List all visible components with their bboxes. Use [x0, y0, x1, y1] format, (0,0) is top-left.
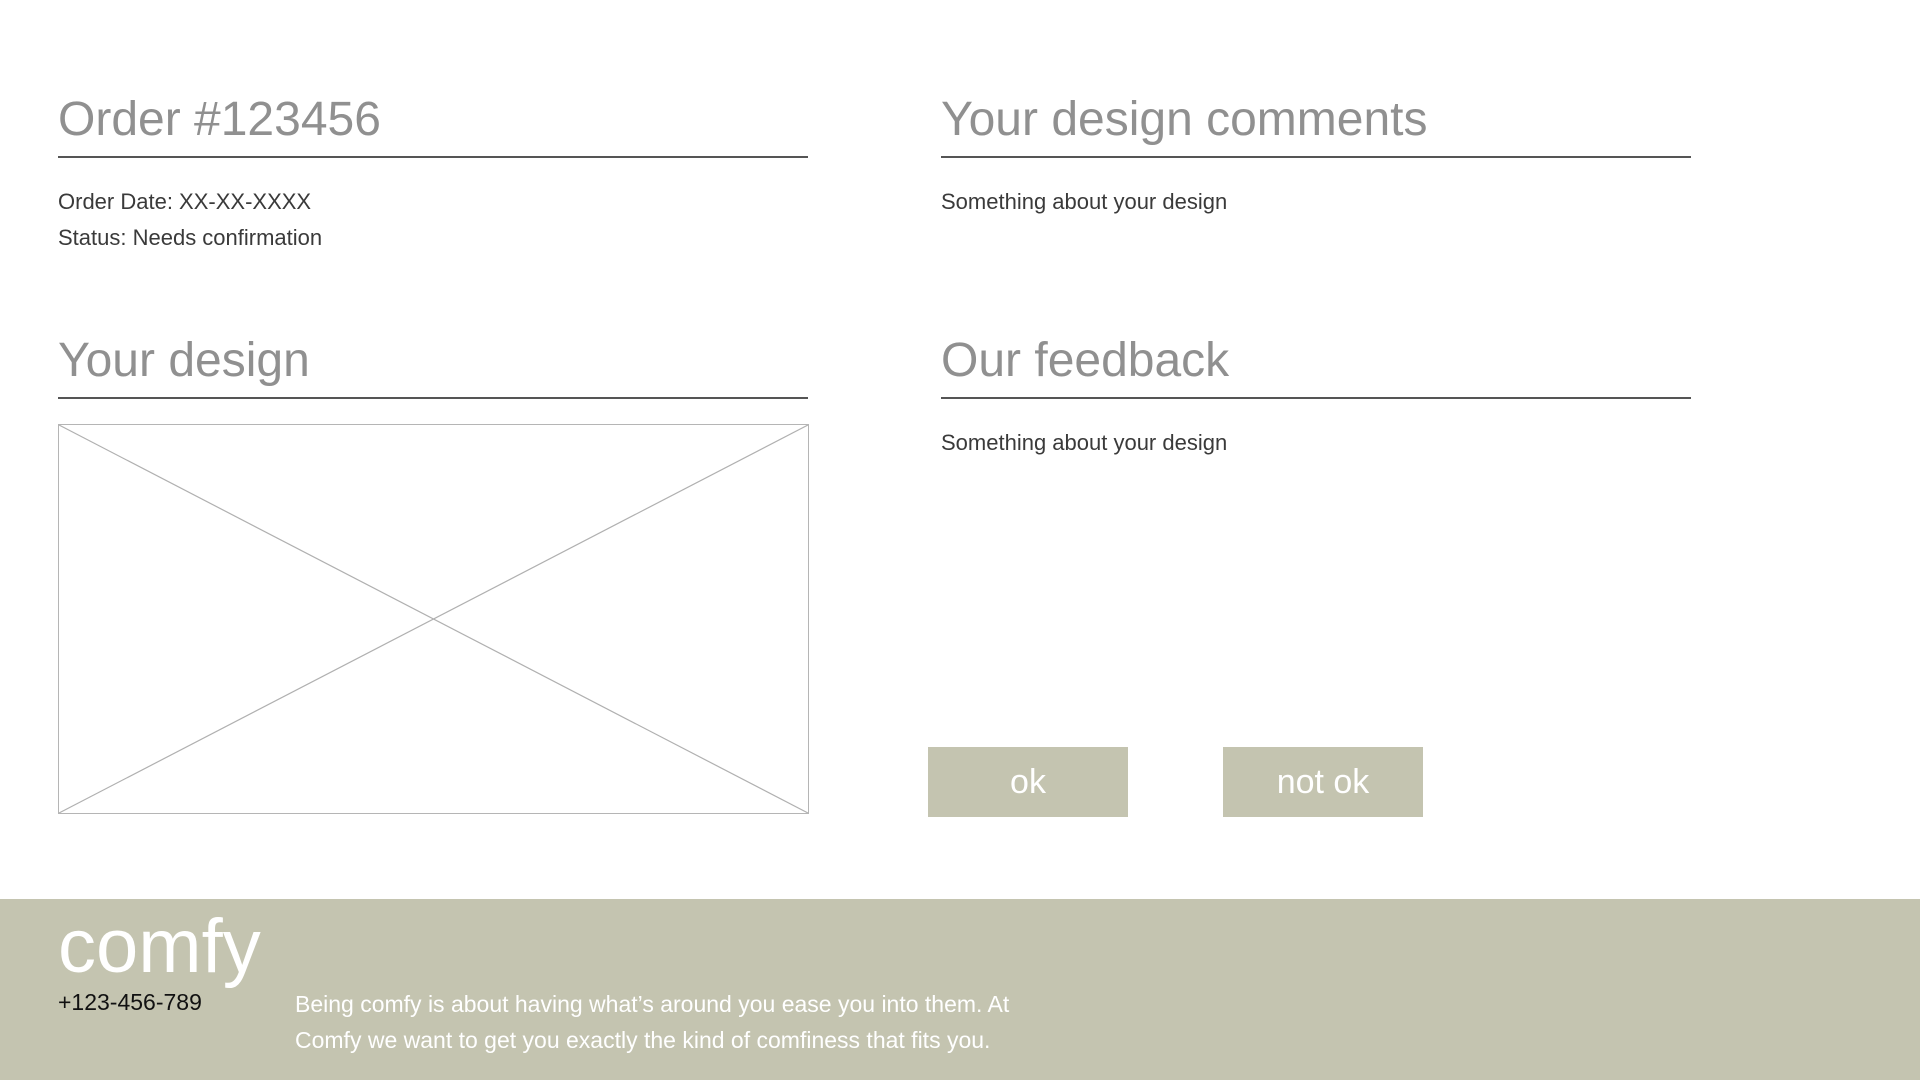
brand-logo: comfy [58, 904, 261, 989]
your-design-title: Your design [58, 329, 808, 399]
design-comments-text: Something about your design [941, 189, 1228, 214]
design-comments-title: Your design comments [941, 88, 1691, 158]
design-comments-body: Something about your design [941, 184, 1691, 220]
tagline-line-2: Comfy we want to get you exactly the kin… [295, 1027, 991, 1053]
your-design-section: Your design [58, 329, 808, 399]
our-feedback-body: Something about your design [941, 425, 1691, 461]
our-feedback-section: Our feedback Something about your design [941, 329, 1691, 461]
tagline-line-1: Being comfy is about having what’s aroun… [295, 991, 1010, 1017]
brand-tagline: Being comfy is about having what’s aroun… [295, 986, 1095, 1058]
our-feedback-title: Our feedback [941, 329, 1691, 399]
order-confirmation-page: Order #123456 Order Date: XX-XX-XXXX Sta… [0, 0, 1920, 1080]
order-date: Order Date: XX-XX-XXXX [58, 189, 312, 214]
order-title: Order #123456 [58, 88, 808, 158]
image-placeholder-icon [58, 424, 809, 814]
footer: comfy +123-456-789 Being comfy is about … [0, 899, 1920, 1080]
order-section: Order #123456 Order Date: XX-XX-XXXX Sta… [58, 88, 808, 256]
order-status: Status: Needs confirmation [58, 225, 323, 250]
contact-phone: +123-456-789 [58, 989, 202, 1015]
design-comments-section: Your design comments Something about you… [941, 88, 1691, 220]
order-details: Order Date: XX-XX-XXXX Status: Needs con… [58, 184, 808, 256]
placeholder-cross [59, 425, 808, 813]
not-ok-button[interactable]: not ok [1223, 747, 1423, 817]
our-feedback-text: Something about your design [941, 430, 1228, 455]
ok-button[interactable]: ok [928, 747, 1128, 817]
